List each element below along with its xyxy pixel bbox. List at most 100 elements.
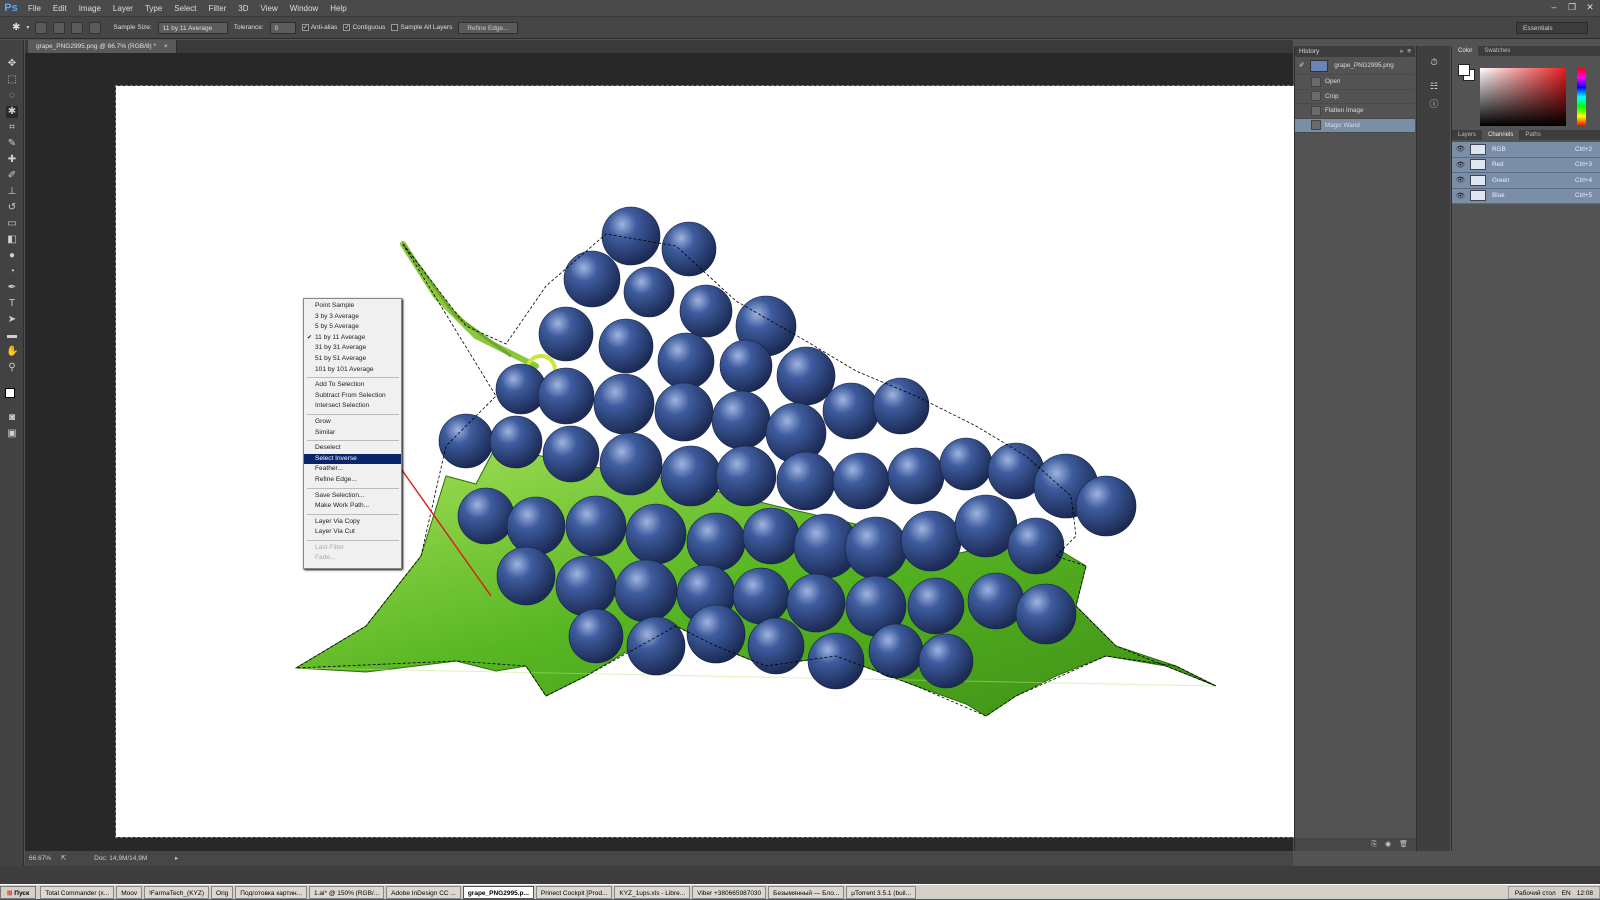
taskbar-item[interactable]: Безымянный — Бло...: [768, 885, 845, 899]
panel-tab-paths[interactable]: Paths: [1519, 130, 1546, 140]
zoom-level[interactable]: 66.67%: [29, 855, 51, 862]
taskbar-item[interactable]: !FarmaTech_(KYZ): [144, 885, 210, 899]
context-item-add-to-selection[interactable]: Add To Selection: [304, 380, 401, 391]
new-document-from-state-icon[interactable]: ⎘: [1371, 838, 1377, 851]
hand-tool-icon[interactable]: ✋: [6, 346, 18, 358]
context-item-31-by-31-average[interactable]: 31 by 31 Average: [304, 343, 401, 354]
menu-help[interactable]: Help: [324, 4, 352, 13]
healing-tool-icon[interactable]: ✚: [6, 154, 18, 166]
magic-wand-tool-icon[interactable]: ✱: [6, 106, 18, 118]
menu-filter[interactable]: Filter: [203, 4, 233, 13]
color-field[interactable]: [1480, 68, 1566, 126]
type-tool-icon[interactable]: T: [6, 298, 18, 310]
context-item-5-by-5-average[interactable]: 5 by 5 Average: [304, 322, 401, 333]
history-tab[interactable]: History: [1299, 48, 1319, 55]
menu-image[interactable]: Image: [73, 4, 107, 13]
taskbar-item[interactable]: µTorrent 3.5.1 (buil...: [846, 885, 916, 899]
eye-icon[interactable]: 👁: [1456, 161, 1466, 169]
panel-tab-swatches[interactable]: Swatches: [1478, 46, 1516, 56]
marquee-tool-icon[interactable]: ⬚: [6, 74, 18, 86]
menu-layer[interactable]: Layer: [107, 4, 139, 13]
taskbar-item[interactable]: 1.ai* @ 150% (RGB/...: [309, 885, 385, 899]
context-item-subtract-from-selection[interactable]: Subtract From Selection: [304, 391, 401, 402]
taskbar-item[interactable]: KYZ_1ups.xls - Libre...: [614, 885, 691, 899]
menu-edit[interactable]: Edit: [47, 4, 73, 13]
properties-dock-icon[interactable]: ☷: [1428, 80, 1440, 92]
shape-tool-icon[interactable]: ▬: [6, 330, 18, 342]
workspace-switcher[interactable]: Essentials: [1516, 22, 1588, 34]
history-item[interactable]: Crop: [1295, 90, 1415, 104]
context-item-make-work-path[interactable]: Make Work Path...: [304, 501, 401, 512]
taskbar-item[interactable]: Viber +380665987030: [692, 885, 767, 899]
panel-tab-color[interactable]: Color: [1452, 46, 1479, 56]
document-canvas[interactable]: [115, 85, 1295, 838]
restore-icon[interactable]: ❐: [1566, 1, 1578, 13]
hue-slider[interactable]: [1577, 68, 1586, 126]
move-tool-icon[interactable]: ✥: [6, 58, 18, 70]
context-item-intersect-selection[interactable]: Intersect Selection: [304, 401, 401, 412]
taskbar-item[interactable]: Orig: [211, 885, 234, 899]
tolerance-input[interactable]: 0: [269, 21, 296, 34]
context-item-select-inverse[interactable]: Select Inverse: [304, 453, 401, 465]
close-icon[interactable]: ✕: [1584, 1, 1596, 13]
menu-view[interactable]: View: [255, 4, 284, 13]
history-snapshot[interactable]: ✐ grape_PNG2995.png: [1295, 57, 1415, 75]
context-item-deselect[interactable]: Deselect: [304, 443, 401, 454]
subtract-selection-icon[interactable]: [71, 21, 84, 34]
panel-menu-icon[interactable]: ≡: [1407, 48, 1411, 55]
anti-alias-checkbox[interactable]: ✓ Anti-alias: [301, 23, 337, 31]
channel-row[interactable]: 👁 Red Ctrl+3: [1452, 157, 1600, 173]
menu-3d[interactable]: 3D: [232, 4, 254, 13]
panel-tab-layers[interactable]: Layers: [1452, 130, 1482, 140]
channel-row[interactable]: 👁 Blue Ctrl+5: [1452, 188, 1600, 204]
foreground-color-swatch[interactable]: [5, 388, 15, 398]
quick-mask-icon[interactable]: ◙: [6, 412, 18, 424]
taskbar-item[interactable]: Adobe InDesign CC ...: [386, 885, 461, 899]
fg-bg-swatches[interactable]: [1458, 64, 1476, 82]
brush-tool-icon[interactable]: ✐: [6, 170, 18, 182]
context-item-point-sample[interactable]: Point Sample: [304, 301, 401, 312]
status-menu-arrow-icon[interactable]: ▸: [175, 855, 178, 862]
close-tab-icon[interactable]: ×: [164, 43, 168, 50]
intersect-selection-icon[interactable]: [89, 21, 102, 34]
screen-mode-icon[interactable]: ▣: [6, 428, 18, 440]
dodge-tool-icon[interactable]: ◔: [6, 266, 18, 278]
history-dock-icon[interactable]: ⏱: [1428, 56, 1440, 68]
minimize-icon[interactable]: –: [1548, 1, 1560, 13]
zoom-tool-icon[interactable]: ⚲: [6, 362, 18, 374]
context-item-51-by-51-average[interactable]: 51 by 51 Average: [304, 354, 401, 365]
eraser-tool-icon[interactable]: ▭: [6, 218, 18, 230]
context-item-layer-via-copy[interactable]: Layer Via Copy: [304, 517, 401, 528]
contiguous-checkbox[interactable]: ✓ Contiguous: [343, 23, 385, 31]
refine-edge-button[interactable]: Refine Edge...: [458, 21, 518, 34]
desktop-toolbar[interactable]: Рабочий стол: [1515, 887, 1556, 898]
panel-collapse-icon[interactable]: »: [1400, 48, 1404, 55]
context-item-feather[interactable]: Feather...: [304, 464, 401, 475]
pen-tool-icon[interactable]: ✒: [6, 282, 18, 294]
trash-icon[interactable]: 🗑: [1399, 838, 1408, 851]
menu-file[interactable]: File: [22, 4, 47, 13]
channel-row[interactable]: 👁 RGB Ctrl+2: [1452, 142, 1600, 158]
context-item-101-by-101-average[interactable]: 101 by 101 Average: [304, 365, 401, 376]
export-icon[interactable]: ⇱: [61, 855, 66, 862]
history-brush-icon[interactable]: ↺: [6, 202, 18, 214]
blur-tool-icon[interactable]: ●: [6, 250, 18, 262]
tool-preset-chevron-icon[interactable]: ▾: [26, 24, 29, 31]
menu-select[interactable]: Select: [168, 4, 202, 13]
eye-icon[interactable]: 👁: [1456, 176, 1466, 184]
crop-tool-icon[interactable]: ⌗: [6, 122, 18, 134]
language-indicator[interactable]: EN: [1562, 887, 1571, 898]
info-dock-icon[interactable]: ⓘ: [1428, 98, 1440, 110]
history-item[interactable]: Magic Wand: [1295, 118, 1415, 133]
eye-icon[interactable]: 👁: [1456, 145, 1466, 153]
magic-wand-tool-icon[interactable]: ✱: [12, 22, 20, 33]
taskbar-item[interactable]: Total Commander (x...: [40, 885, 115, 899]
bucket-tool-icon[interactable]: ◧: [6, 234, 18, 246]
taskbar-item[interactable]: grape_PNG2995.p...: [462, 885, 534, 899]
panel-tab-channels[interactable]: Channels: [1482, 130, 1520, 140]
sample-size-select[interactable]: 11 by 11 Average: [157, 21, 228, 34]
menu-window[interactable]: Window: [284, 4, 324, 13]
menu-type[interactable]: Type: [139, 4, 168, 13]
eye-icon[interactable]: 👁: [1456, 192, 1466, 200]
taskbar-item[interactable]: Prinect Cockpit [Prod...: [535, 885, 613, 899]
